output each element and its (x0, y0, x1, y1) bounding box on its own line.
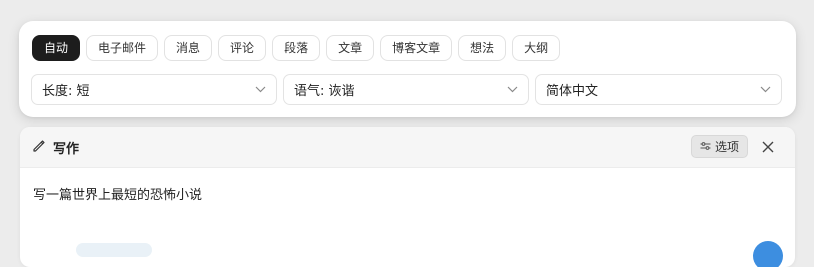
language-select[interactable]: 简体中文 (535, 74, 782, 105)
tab-ideas[interactable]: 想法 (458, 35, 507, 61)
close-icon (762, 138, 774, 157)
chevron-down-icon (254, 84, 266, 96)
length-select[interactable]: 长度: 短 (31, 74, 277, 105)
options-button-label: 选项 (715, 140, 740, 154)
pencil-icon (32, 138, 47, 157)
send-button[interactable] (753, 241, 783, 267)
write-panel: 写作 选项 写一篇世界上最短的恐怖小说 (20, 127, 795, 267)
write-panel-header: 写作 选项 (20, 127, 795, 168)
write-panel-title: 写作 (32, 138, 79, 157)
tab-auto[interactable]: 自动 (32, 35, 81, 61)
tone-select-value: 语气: 诙谐 (294, 84, 355, 99)
tab-message[interactable]: 消息 (164, 35, 213, 61)
tab-blog-post[interactable]: 博客文章 (380, 35, 453, 61)
chevron-down-icon (759, 84, 771, 96)
language-select-value: 简体中文 (546, 84, 599, 99)
tab-comment[interactable]: 评论 (218, 35, 267, 61)
tab-outline[interactable]: 大纲 (512, 35, 561, 61)
prompt-text[interactable]: 写一篇世界上最短的恐怖小说 (33, 184, 202, 203)
compose-settings-card: 自动 电子邮件 消息 评论 段落 文章 博客文章 想法 大纲 长度: 短 语气:… (19, 21, 796, 117)
tab-article[interactable]: 文章 (326, 35, 375, 61)
option-selects: 长度: 短 语气: 诙谐 简体中文 (31, 74, 782, 105)
tab-email[interactable]: 电子邮件 (86, 35, 159, 61)
format-tabs: 自动 电子邮件 消息 评论 段落 文章 博客文章 想法 大纲 (32, 35, 561, 61)
close-button[interactable] (760, 139, 776, 155)
chevron-down-icon (506, 84, 518, 96)
tone-select[interactable]: 语气: 诙谐 (283, 74, 529, 105)
options-button[interactable]: 选项 (691, 135, 749, 158)
suggestion-chip[interactable] (76, 243, 152, 257)
write-panel-title-text: 写作 (53, 141, 80, 157)
sliders-icon (700, 140, 711, 154)
length-select-value: 长度: 短 (42, 84, 90, 99)
tab-paragraph[interactable]: 段落 (272, 35, 321, 61)
